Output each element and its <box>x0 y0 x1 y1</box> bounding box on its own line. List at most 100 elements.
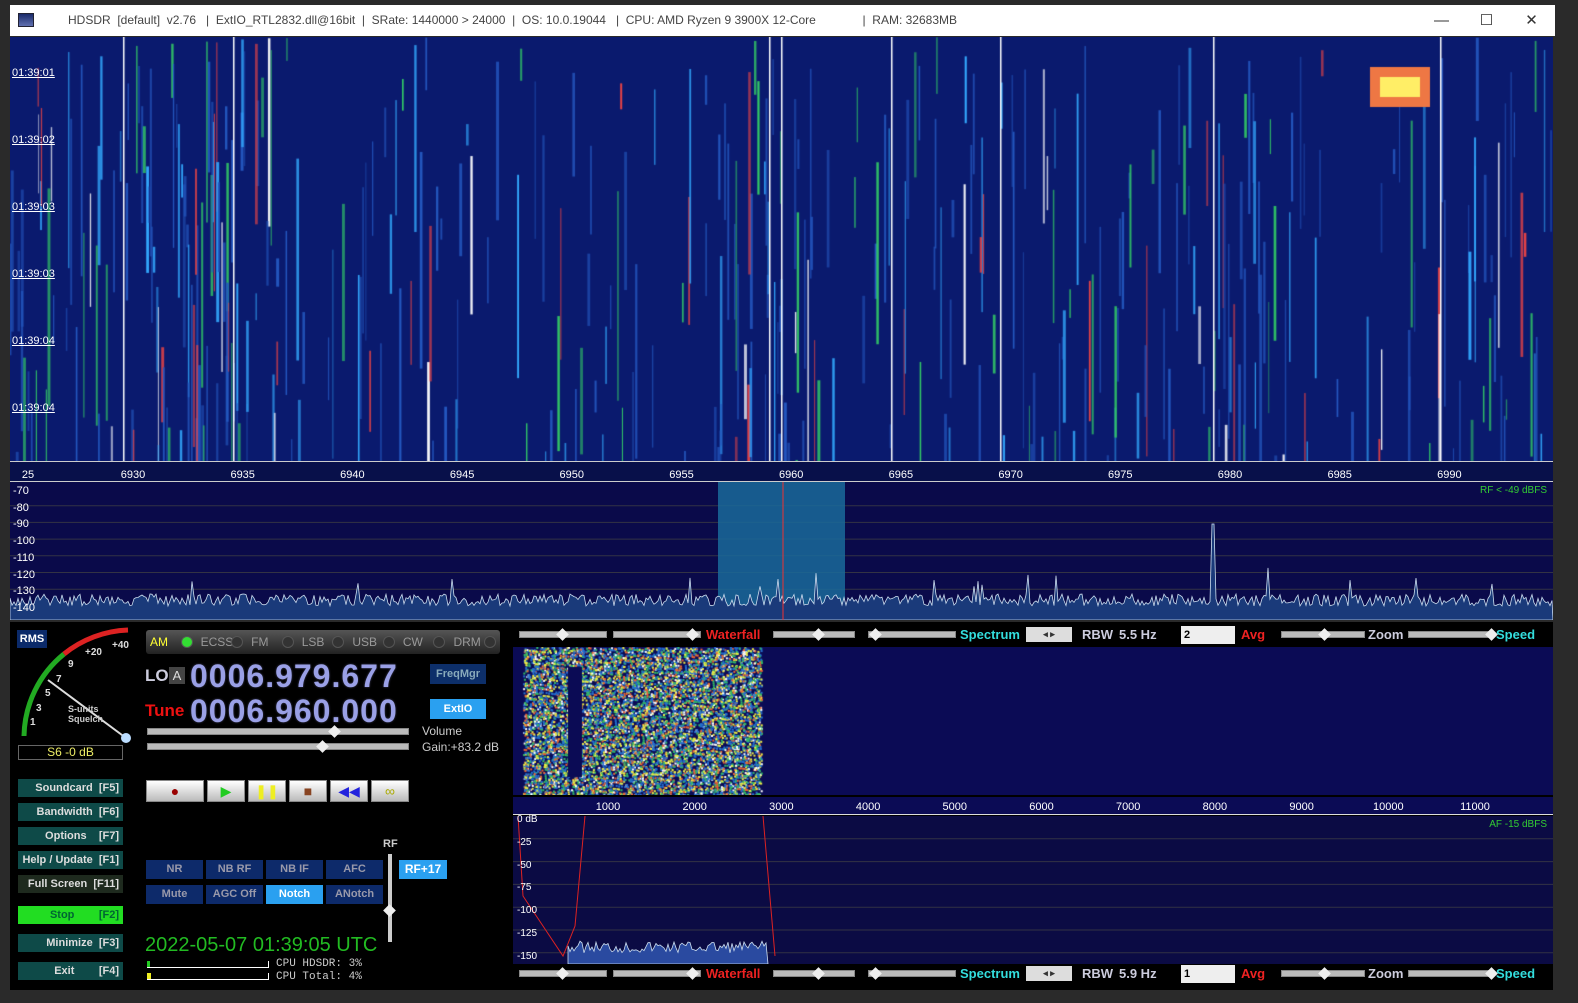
af-frequency-tick: 7000 <box>1115 801 1141 813</box>
mode-am[interactable]: AM <box>146 630 197 654</box>
mode-label: DRM <box>453 635 481 649</box>
vfo-a-button[interactable]: A <box>169 667 185 684</box>
db-label: -110 <box>13 551 35 564</box>
zoom-slider[interactable] <box>1281 628 1365 641</box>
play-button[interactable]: ▶ <box>207 780 245 802</box>
squelch-label: Squelch <box>68 714 104 724</box>
mode-usb[interactable]: USB <box>348 630 399 654</box>
af-spectrum-trace <box>567 940 769 964</box>
side-button-soundcard[interactable]: Soundcard [F5] <box>18 779 123 797</box>
loop-button[interactable]: ∞ <box>371 780 409 802</box>
spectrum-slider-2[interactable] <box>868 628 956 641</box>
side-button-minimize[interactable]: Minimize [F3] <box>18 934 123 952</box>
af-waterfall[interactable] <box>513 647 1553 795</box>
mode-cw[interactable]: CW <box>399 630 450 654</box>
close-button[interactable]: ✕ <box>1509 5 1554 36</box>
dsp-button-agc-off[interactable]: AGC Off <box>206 885 263 904</box>
af-frequency-axis[interactable]: 1000 2000 3000 4000 5000 6000 7000 8000 9000 1000… <box>513 797 1553 815</box>
gain-slider[interactable] <box>147 740 409 753</box>
dsp-button-nb-if[interactable]: NB IF <box>266 860 323 879</box>
zoom-slider[interactable] <box>1281 967 1365 980</box>
dsp-button-mute[interactable]: Mute <box>146 885 203 904</box>
rbw-stepper[interactable]: ◂ ▸ <box>1026 627 1072 642</box>
af-db-label: -125 <box>517 928 538 939</box>
slider-knob <box>812 628 825 641</box>
waterfall-slider-2[interactable] <box>613 628 701 641</box>
rf-spectrum[interactable]: RF < -49 dBFS -70 -80 -90 -100 -110 -120 -130 -… <box>10 482 1553 620</box>
af-db-label: -150 <box>517 950 538 962</box>
side-button-bandwidth[interactable]: Bandwidth [F6] <box>18 803 123 821</box>
waterfall-slider-1[interactable] <box>519 967 607 980</box>
waterfall-canvas[interactable] <box>10 37 1553 461</box>
mode-drm[interactable]: DRM <box>449 630 500 654</box>
slider-knob <box>686 967 699 980</box>
mode-fm[interactable]: FM <box>247 630 298 654</box>
s-meter-scale-label: 7 <box>56 674 62 685</box>
af-waterfall-canvas[interactable] <box>513 647 1553 795</box>
app-icon <box>18 13 34 27</box>
extio-button[interactable]: ExtIO <box>430 699 486 719</box>
spectrum-slider-1[interactable] <box>773 628 855 641</box>
frequency-axis[interactable]: 25 6930 6935 6940 6945 6950 6955 6960 6965 6970 69… <box>10 461 1553 482</box>
speed-slider[interactable] <box>1408 967 1498 980</box>
rbw-label: RBW <box>1082 627 1114 642</box>
maximize-button[interactable]: ☐ <box>1464 5 1509 36</box>
waterfall-slider-1[interactable] <box>519 628 607 641</box>
mode-ecss[interactable]: ECSS <box>197 630 248 654</box>
volume-slider[interactable] <box>147 725 409 738</box>
spectrum-slider-1[interactable] <box>773 967 855 980</box>
af-frequency-tick: 1000 <box>595 801 621 813</box>
frequency-tick: 6935 <box>230 469 255 481</box>
mode-led-icon <box>231 636 244 648</box>
rf-gain-slider[interactable] <box>383 854 396 942</box>
dsp-button-anotch[interactable]: ANotch <box>326 885 383 904</box>
filter-curve <box>517 816 776 958</box>
af-db-label: -75 <box>517 882 532 894</box>
db-label: -140 <box>13 601 36 614</box>
side-button-exit[interactable]: Exit [F4] <box>18 962 123 980</box>
time-label: 01:39:04 <box>12 402 55 414</box>
stop-playback-button[interactable]: ■ <box>289 780 327 802</box>
rbw-stepper[interactable]: ◂ ▸ <box>1026 966 1072 981</box>
minimize-button[interactable]: — <box>1419 5 1464 36</box>
speed-slider[interactable] <box>1408 628 1498 641</box>
dsp-button-nr[interactable]: NR <box>146 860 203 879</box>
side-button-help[interactable]: Help / Update [F1] <box>18 851 123 869</box>
speed-label: Speed <box>1496 966 1536 981</box>
rf-waterfall[interactable]: 01:39:01 01:39:02 01:39:03 01:39:03 01:39:04… <box>10 37 1553 461</box>
dsp-button-nb-rf[interactable]: NB RF <box>206 860 263 879</box>
pause-button[interactable]: ❚❚ <box>248 780 286 802</box>
rf-label: RF <box>383 838 398 850</box>
avg-dropdown[interactable]: 2 <box>1181 626 1235 644</box>
dsp-button-notch[interactable]: Notch <box>266 885 323 904</box>
spectrum-slider-2[interactable] <box>868 967 956 980</box>
rewind-button[interactable]: ◀◀ <box>330 780 368 802</box>
record-button[interactable]: ● <box>146 780 204 802</box>
side-button-stop[interactable]: Stop [F2] <box>18 906 123 924</box>
db-label: -90 <box>13 518 29 531</box>
rf-gain-button[interactable]: RF+17 <box>399 860 447 879</box>
af-spectrum-plot[interactable] <box>513 816 1553 964</box>
mode-selector: AM ECSS FM LSB USB CW DRM <box>146 630 500 654</box>
lo-frequency[interactable]: 0006.979.677 <box>190 658 398 695</box>
af-spectrum[interactable]: AF -15 dBFS 0 dB -25 -50 -75 -100 -125 -150 <box>513 814 1553 964</box>
tune-frequency[interactable]: 0006.960.000 <box>190 693 398 730</box>
avg-dropdown[interactable]: 1 <box>1181 965 1235 983</box>
freqmgr-button[interactable]: FreqMgr <box>430 664 486 684</box>
cpu-total-bar <box>147 973 269 980</box>
af-frequency-tick: 2000 <box>682 801 707 813</box>
slider-knob <box>869 967 882 980</box>
s-meter-scale-label: 3 <box>36 703 42 714</box>
side-button-options[interactable]: Options [F7] <box>18 827 123 845</box>
waterfall-label: Waterfall <box>706 966 761 981</box>
mode-lsb[interactable]: LSB <box>298 630 349 654</box>
dsp-button-afc[interactable]: AFC <box>326 860 383 879</box>
waterfall-slider-2[interactable] <box>613 967 701 980</box>
cpu-hdsdr-bar <box>147 961 269 968</box>
af-db-label: -50 <box>517 859 532 871</box>
af-db-label: 0 dB <box>517 814 538 825</box>
rbw-value: 5.5 Hz <box>1119 627 1157 642</box>
side-button-full[interactable]: Full Screen [F11] <box>18 875 123 893</box>
spectrum-plot[interactable] <box>10 482 1553 620</box>
af-db-label: -100 <box>517 905 538 917</box>
